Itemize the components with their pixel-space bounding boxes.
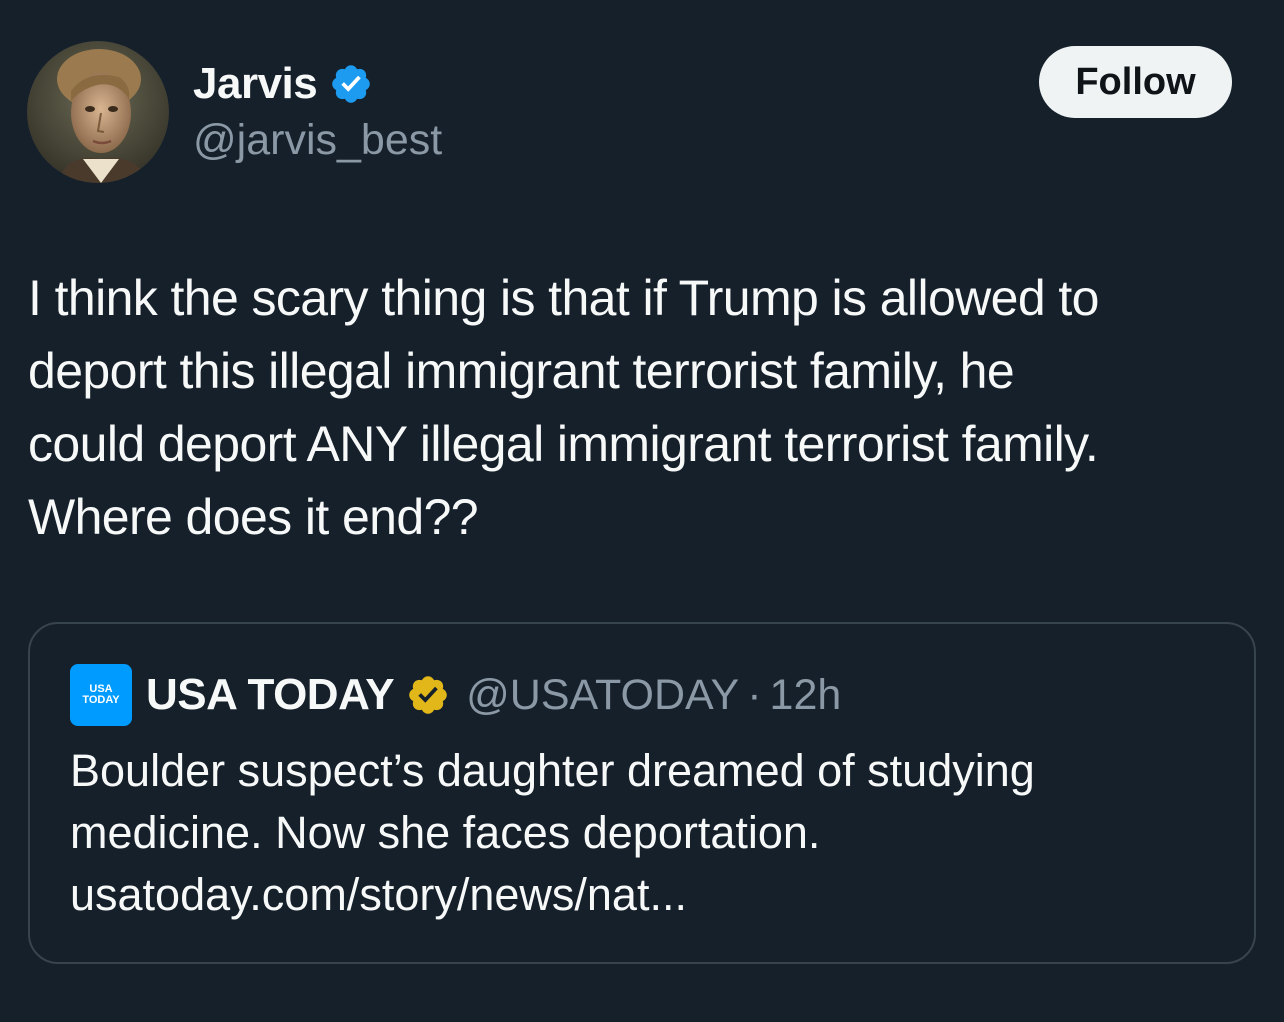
tweet-card: Jarvis @jarvis_best Follow I think the s… — [0, 0, 1284, 1022]
author-handle[interactable]: @jarvis_best — [193, 116, 442, 165]
quoted-display-name[interactable]: USA TODAY — [146, 670, 395, 720]
quoted-tweet-text: Boulder suspect’s daughter dreamed of st… — [70, 740, 1210, 926]
quoted-timestamp[interactable]: 12h — [770, 671, 842, 720]
verified-gold-badge-icon[interactable] — [406, 673, 450, 717]
quoted-handle[interactable]: @USATODAY — [466, 671, 739, 720]
quoted-link[interactable]: usatoday.com/story/news/nat... — [70, 864, 1210, 926]
tweet-text: I think the scary thing is that if Trump… — [28, 262, 1262, 554]
portrait-avatar-image — [27, 41, 169, 183]
tweet-text-line: deport this illegal immigrant terrorist … — [28, 343, 1015, 399]
logo-text-line: TODAY — [82, 694, 120, 706]
quoted-text-line: medicine. Now she faces deportation. — [70, 807, 821, 858]
tweet-text-line: could deport ANY illegal immigrant terro… — [28, 416, 1099, 472]
quoted-tweet-card[interactable]: USA TODAY USA TODAY @USATODAY · 12h Boul… — [28, 622, 1256, 964]
quoted-text-line: Boulder suspect’s daughter dreamed of st… — [70, 745, 1035, 796]
separator-dot: · — [747, 670, 762, 719]
follow-button[interactable]: Follow — [1039, 46, 1232, 118]
tweet-text-line: I think the scary thing is that if Trump… — [28, 270, 1099, 326]
quoted-tweet-header: USA TODAY USA TODAY @USATODAY · 12h — [70, 664, 841, 726]
verified-badge-icon[interactable] — [329, 62, 373, 106]
usa-today-logo[interactable]: USA TODAY — [70, 664, 132, 726]
author-name-row[interactable]: Jarvis — [193, 58, 373, 110]
tweet-text-line: Where does it end?? — [28, 489, 479, 545]
author-avatar[interactable] — [27, 41, 169, 183]
author-display-name[interactable]: Jarvis — [193, 59, 318, 109]
